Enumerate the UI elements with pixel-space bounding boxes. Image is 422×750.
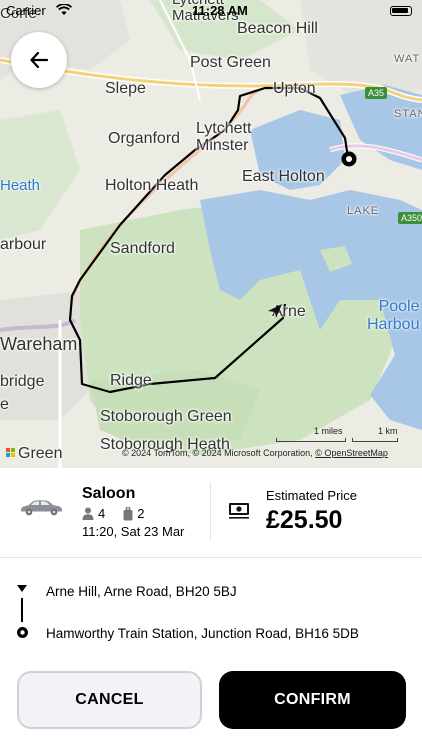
- carrier-label: Carrier: [6, 3, 46, 18]
- luggage-icon: [123, 506, 133, 520]
- person-icon: [82, 507, 94, 520]
- map-label-post-green: Post Green: [190, 54, 271, 71]
- scale-km-label: 1 km: [378, 426, 398, 436]
- vehicle-capacity: 4 2: [82, 506, 144, 521]
- route-details: Arne Hill, Arne Road, BH20 5BJ Hamworthy…: [0, 558, 422, 658]
- estimated-price-label: Estimated Price: [266, 488, 358, 503]
- car-icon: [21, 500, 62, 516]
- map-label-beacon-hill: Beacon Hill: [237, 20, 318, 37]
- map-label-poole-harbour: Poole Harbou: [367, 298, 420, 333]
- map-label-stan: STAN: [394, 108, 422, 120]
- openstreetmap-link[interactable]: © OpenStreetMap: [315, 448, 388, 458]
- pickup-address: Arne Hill, Arne Road, BH20 5BJ: [46, 584, 237, 599]
- luggage-count: 2: [137, 506, 145, 521]
- map-label-green: Green: [18, 445, 63, 462]
- map-label-upton: Upton: [273, 80, 316, 97]
- wifi-icon: [56, 4, 72, 15]
- map-label-east-holton: East Holton: [242, 168, 325, 185]
- map-label-lytchett-minster: Lytchett Minster: [196, 120, 252, 154]
- dropoff-target-icon: [17, 627, 28, 638]
- summary-divider: [210, 482, 211, 540]
- scale-miles-label: 1 miles: [314, 426, 343, 436]
- map-label-bridge: bridge: [0, 373, 45, 390]
- map-label-organford: Organford: [108, 130, 181, 147]
- booking-summary: Saloon 4 2 11:20, Sat 23 Mar Estimated P…: [0, 468, 422, 558]
- status-bar: Carrier 11:28 AM: [6, 3, 416, 19]
- map-label-slepe: Slepe: [105, 80, 146, 97]
- arrow-left-icon: [30, 52, 48, 68]
- map-label-e: e: [0, 396, 9, 413]
- banknote-icon: [229, 503, 249, 519]
- map-label-wat: WAT: [394, 53, 421, 65]
- microsoft-logo: [6, 448, 16, 458]
- navigation-arrow-icon: [268, 304, 282, 318]
- passenger-count: 4: [98, 506, 106, 521]
- map-label-stoborough-green: Stoborough Green: [100, 408, 232, 425]
- map-label-arbour: arbour: [0, 236, 47, 253]
- cancel-button[interactable]: CANCEL: [17, 671, 202, 729]
- map-label-ridge: Ridge: [110, 372, 152, 389]
- map-label-holton-heath: Holton Heath: [105, 177, 199, 194]
- estimated-price-value: £25.50: [266, 506, 343, 534]
- clock: 11:28 AM: [192, 3, 248, 18]
- map-label-lake: LAKE: [347, 205, 380, 217]
- road-badge-a350: A350: [398, 212, 422, 224]
- map-label-sandford: Sandford: [110, 240, 175, 257]
- confirm-button[interactable]: CONFIRM: [219, 671, 406, 729]
- scale-km-bar: [352, 438, 398, 442]
- route-connector-line: [21, 598, 23, 622]
- pickup-pin-icon: [17, 585, 27, 592]
- map-view[interactable]: Corfe Lytchett Matravers Beacon Hill Pos…: [0, 0, 422, 468]
- scale-miles-bar: [276, 438, 346, 442]
- pickup-datetime: 11:20, Sat 23 Mar: [82, 524, 185, 539]
- map-label-wareham: Wareham: [0, 334, 78, 354]
- road-badge-a35: A35: [365, 87, 388, 99]
- dropoff-map-marker-icon: [341, 151, 357, 167]
- attribution-text: © 2024 TomTom, © 2024 Microsoft Corporat…: [122, 448, 316, 458]
- back-button[interactable]: [11, 32, 67, 88]
- battery-icon: [390, 6, 412, 16]
- map-label-heath: Heath: [0, 177, 41, 194]
- dropoff-address: Hamworthy Train Station, Junction Road, …: [46, 626, 359, 641]
- map-attribution: © 2024 TomTom, © 2024 Microsoft Corporat…: [122, 448, 388, 458]
- vehicle-name: Saloon: [82, 485, 136, 502]
